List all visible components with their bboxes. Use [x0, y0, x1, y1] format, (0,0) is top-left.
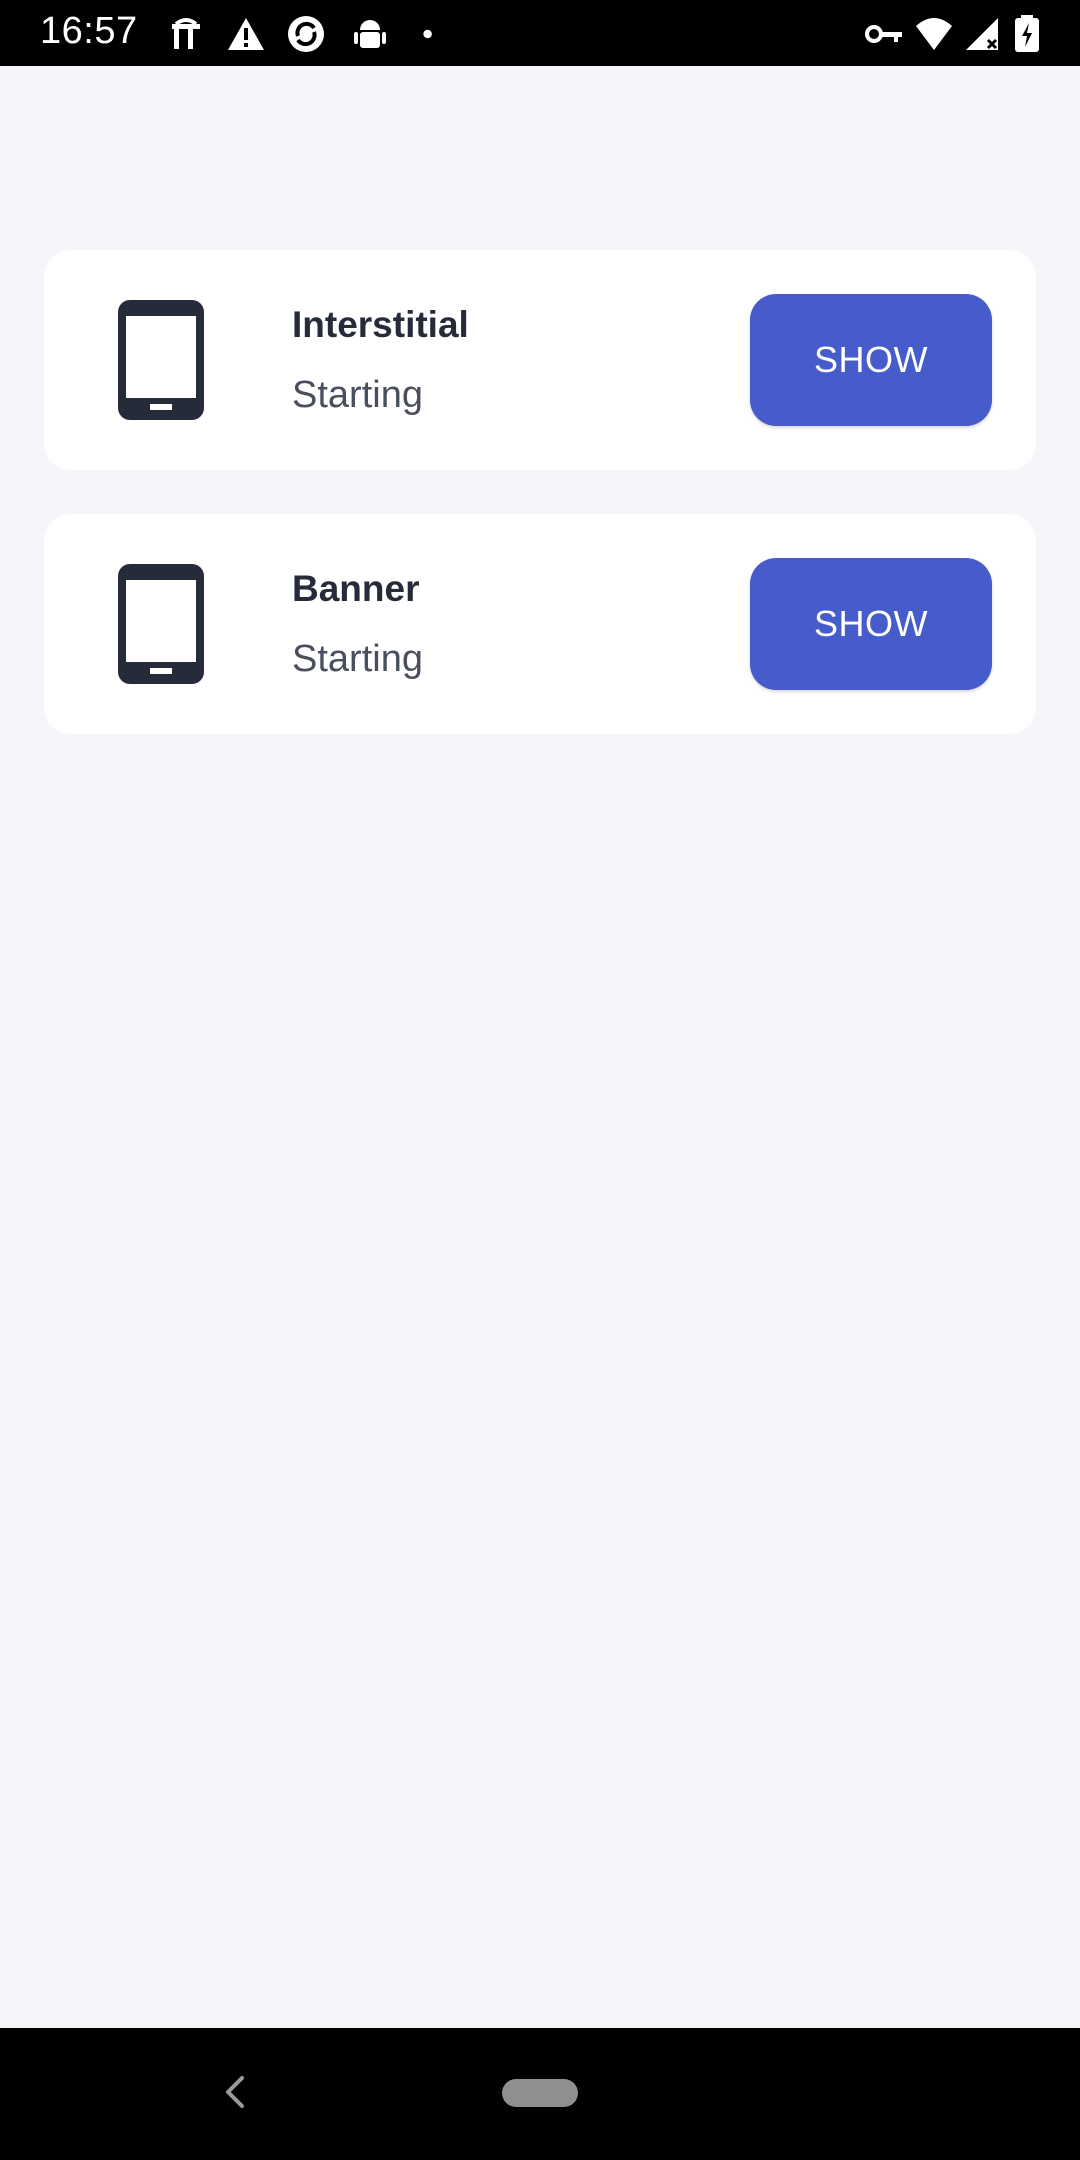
tools-icon	[166, 14, 206, 54]
navigation-bar	[0, 2028, 1080, 2160]
warning-icon	[226, 14, 266, 54]
signal-icon	[962, 14, 1002, 54]
card-title: Banner	[292, 568, 420, 609]
card-status: Starting	[292, 638, 423, 680]
wifi-icon	[912, 14, 956, 54]
card-status: Starting	[292, 374, 423, 416]
show-button[interactable]: SHOW	[750, 558, 992, 690]
back-icon[interactable]	[218, 2072, 254, 2112]
home-pill-icon[interactable]	[502, 2079, 578, 2107]
battery-charging-icon	[1012, 14, 1042, 54]
android-icon	[350, 14, 390, 54]
show-button[interactable]: SHOW	[750, 294, 992, 426]
vpn-key-icon	[864, 14, 904, 54]
card-title: Interstitial	[292, 304, 469, 345]
dot-icon	[414, 14, 448, 54]
ad-card-interstitial: Interstitial Starting SHOW	[44, 250, 1036, 470]
smartphone-icon	[114, 562, 208, 686]
ad-card-banner: Banner Starting SHOW	[44, 514, 1036, 734]
smartphone-icon	[114, 298, 208, 422]
status-time: 16:57	[40, 10, 138, 52]
sync-icon	[286, 14, 326, 54]
status-bar: 16:57	[0, 0, 1080, 66]
